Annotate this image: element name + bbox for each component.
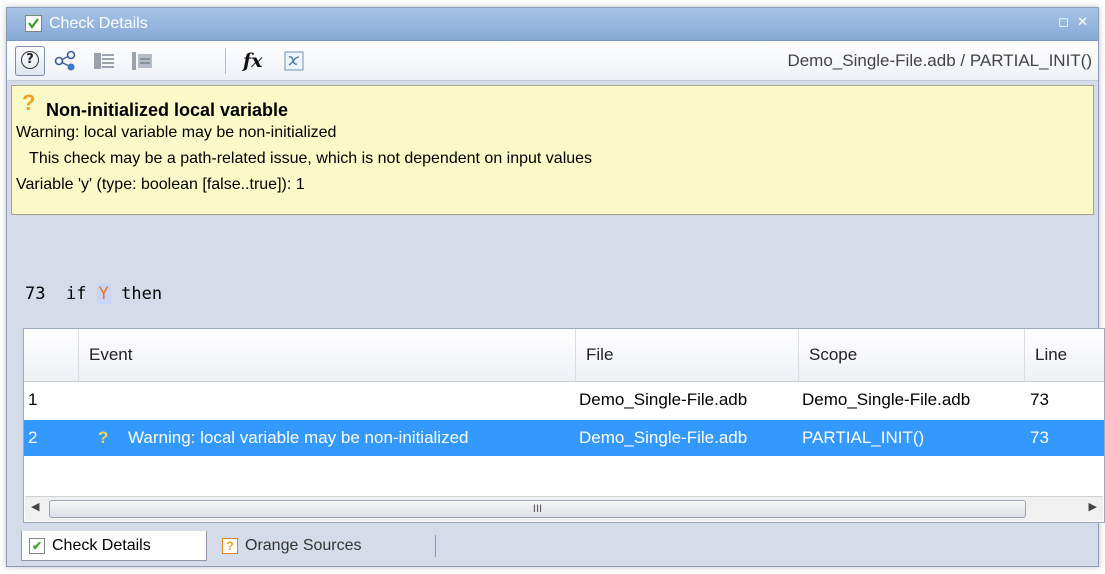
show-details-button[interactable]	[127, 46, 157, 76]
question-icon: ?	[222, 538, 238, 554]
source-code-line: 73 if Y then	[25, 284, 162, 304]
row-file: Demo_Single-File.adb	[579, 390, 748, 409]
toolbar-separator	[225, 48, 226, 74]
tab-label: Check Details	[52, 537, 151, 554]
row-scope: PARTIAL_INIT()	[802, 428, 925, 447]
warning-line: Warning: local variable may be non-initi…	[16, 124, 337, 141]
variable-icon	[284, 51, 304, 71]
call-graph-button[interactable]	[51, 46, 81, 76]
row-index: 1	[28, 390, 38, 409]
question-icon: ?	[98, 428, 109, 447]
show-source-button[interactable]	[89, 46, 119, 76]
scroll-thumb[interactable]: III	[49, 500, 1026, 518]
panel-icon	[132, 52, 152, 70]
horizontal-scrollbar[interactable]: ◀ III ▶	[25, 496, 1103, 521]
check-icon	[25, 15, 42, 32]
code-keyword-if: if	[45, 284, 97, 304]
title-bar[interactable]: Check Details ◻ ✕	[7, 8, 1098, 41]
tab-separator	[435, 535, 436, 557]
tab-orange-sources[interactable]: ? Orange Sources	[215, 531, 430, 561]
scroll-left-icon[interactable]: ◀	[31, 500, 39, 513]
restore-icon[interactable]: ◻	[1058, 15, 1069, 30]
variable-info-line: Variable 'y' (type: boolean [false..true…	[16, 176, 305, 193]
column-header-event[interactable]: Event	[78, 329, 575, 381]
variable-button[interactable]	[279, 46, 309, 76]
events-table: Event File Scope Line 1 Demo_Single-File…	[23, 328, 1105, 523]
table-header: Event File Scope Line	[24, 329, 1104, 382]
row-index: 2	[28, 428, 38, 447]
code-keyword-then: then	[110, 284, 163, 304]
code-variable-link[interactable]: Y	[96, 284, 111, 304]
fx-button[interactable]: fx	[243, 50, 263, 72]
breadcrumb: Demo_Single-File.adb / PARTIAL_INIT()	[787, 51, 1092, 70]
column-header-scope[interactable]: Scope	[798, 329, 1024, 381]
table-row-selected[interactable]: 2 ? Warning: local variable may be non-i…	[24, 420, 1104, 456]
help-icon: ?	[21, 51, 39, 69]
row-file: Demo_Single-File.adb	[579, 428, 748, 447]
check-icon: ✔	[29, 538, 45, 554]
help-button[interactable]: ?	[15, 46, 45, 76]
row-line: 73	[1030, 390, 1049, 409]
tab-check-details[interactable]: ✔ Check Details	[21, 531, 207, 561]
check-title: Non-initialized local variable	[46, 100, 289, 120]
column-header-file[interactable]: File	[575, 329, 798, 381]
check-message-box: ? Non-initialized local variable Warning…	[11, 85, 1094, 215]
check-details-window: Check Details ◻ ✕ ? fx Demo_Single-File.…	[6, 7, 1105, 567]
row-scope: Demo_Single-File.adb	[802, 390, 971, 409]
toolbar: ? fx Demo_Single-File.adb / PARTIAL_INIT…	[7, 41, 1098, 81]
scroll-right-icon[interactable]: ▶	[1089, 500, 1097, 513]
close-icon[interactable]: ✕	[1077, 15, 1088, 30]
question-icon: ?	[22, 90, 36, 115]
table-row[interactable]: 1 Demo_Single-File.adb Demo_Single-File.…	[24, 382, 1104, 418]
code-line-number: 73	[25, 284, 46, 304]
row-line: 73	[1030, 428, 1049, 447]
column-header-line[interactable]: Line	[1024, 329, 1104, 381]
warning-detail-line: This check may be a path-related issue, …	[16, 150, 593, 167]
window-title: Check Details	[49, 15, 148, 32]
list-icon	[94, 53, 114, 69]
graph-icon	[54, 50, 76, 71]
tab-label: Orange Sources	[245, 537, 362, 554]
row-event: Warning: local variable may be non-initi…	[128, 428, 469, 447]
